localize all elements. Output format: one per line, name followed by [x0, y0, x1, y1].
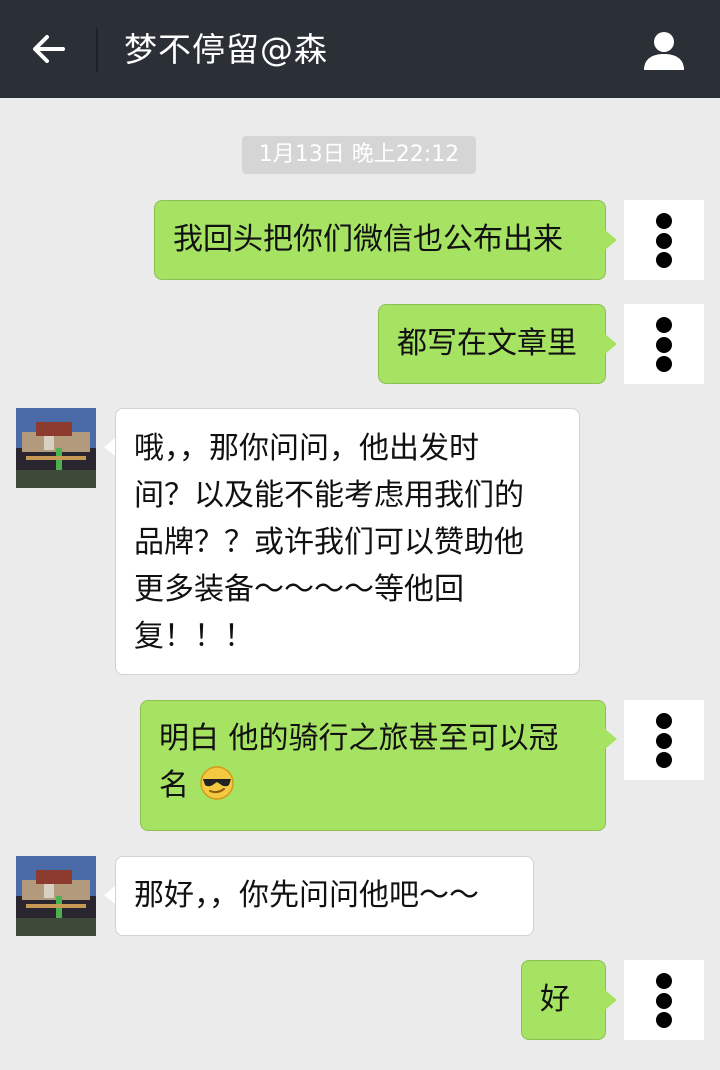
avatar-dot — [656, 713, 672, 729]
message-line: 哦，，那你问问，他出发时 — [134, 431, 479, 466]
message-bubble-sent[interactable]: 我回头把你们微信也公布出来 — [154, 200, 606, 280]
avatar-dot — [656, 733, 672, 749]
header-divider — [96, 28, 98, 72]
chat-info-button[interactable] — [638, 26, 690, 74]
bubble-tail — [605, 334, 617, 354]
message-line: 名 — [159, 762, 587, 809]
avatar-dot — [656, 993, 672, 1009]
top-bar: 梦不停留@森 — [0, 0, 720, 98]
message-bubble-received[interactable]: 那好，，你先问问他吧～～ — [115, 856, 534, 936]
message-line: 复！！！ — [134, 619, 254, 654]
my-avatar[interactable] — [624, 960, 704, 1040]
back-button[interactable] — [22, 22, 76, 76]
contact-avatar[interactable] — [16, 408, 96, 488]
avatar-dot — [656, 356, 672, 372]
bubble-tail — [605, 990, 617, 1010]
chat-title: 梦不停留@森 — [124, 30, 328, 69]
cool-sunglasses-emoji-icon — [199, 766, 234, 800]
avatar-dot — [656, 752, 672, 768]
my-avatar[interactable] — [624, 200, 704, 280]
back-arrow-icon — [33, 35, 65, 63]
message-line: 更多装备～～～～等他回 — [134, 572, 464, 607]
avatar-dot — [656, 973, 672, 989]
palace-photo-icon — [16, 408, 96, 488]
message-line: 间？以及能不能考虑用我们的 — [134, 478, 524, 513]
bubble-tail — [605, 230, 617, 250]
message-bubble-received[interactable]: 哦，，那你问问，他出发时 间？以及能不能考虑用我们的 品牌？？或许我们可以赞助他… — [115, 408, 580, 675]
message-line: 明白 他的骑行之旅甚至可以冠 — [159, 721, 559, 756]
message-text: 我回头把你们微信也公布出来 — [173, 222, 563, 257]
avatar-dot — [656, 252, 672, 268]
message-text: 那好，，你先问问他吧～～ — [134, 878, 479, 913]
avatar-dot — [656, 317, 672, 333]
palace-photo-icon — [16, 856, 96, 936]
avatar-dot — [656, 337, 672, 353]
bubble-tail — [605, 729, 617, 749]
contact-avatar[interactable] — [16, 856, 96, 936]
avatar-dot — [656, 233, 672, 249]
message-bubble-sent[interactable]: 都写在文章里 — [378, 304, 606, 384]
message-text: 都写在文章里 — [397, 326, 577, 361]
message-line: 品牌？？或许我们可以赞助他 — [134, 525, 524, 560]
my-avatar[interactable] — [624, 304, 704, 384]
avatar-dot — [656, 213, 672, 229]
message-bubble-sent[interactable]: 好 — [521, 960, 606, 1040]
avatar-dot — [656, 1012, 672, 1028]
message-bubble-sent[interactable]: 明白 他的骑行之旅甚至可以冠 名 — [140, 700, 606, 831]
message-text: 好 — [540, 982, 570, 1017]
person-icon — [644, 32, 684, 70]
my-avatar[interactable] — [624, 700, 704, 780]
timestamp-badge: 1月13日 晚上22:12 — [242, 136, 476, 174]
